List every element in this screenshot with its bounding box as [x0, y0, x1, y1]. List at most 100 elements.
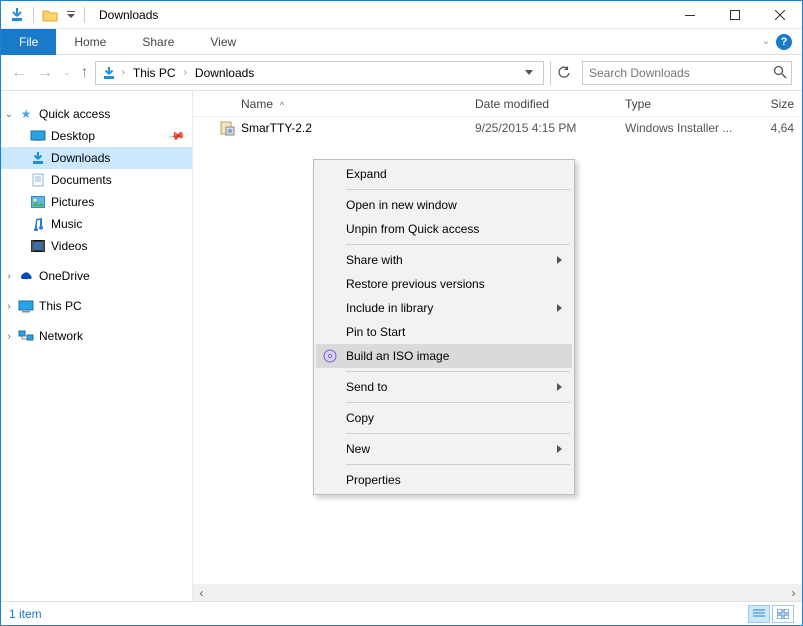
back-button[interactable]: ←: [11, 64, 27, 82]
column-date[interactable]: Date modified: [475, 97, 625, 111]
cm-new[interactable]: New: [316, 437, 572, 461]
chevron-right-icon[interactable]: ›: [120, 67, 127, 78]
status-bar: 1 item: [1, 601, 802, 625]
tree-item-music[interactable]: Music: [1, 213, 192, 235]
pin-icon: 📌: [168, 127, 187, 146]
tree-label: Music: [51, 217, 82, 231]
cm-open-new-window[interactable]: Open in new window: [316, 193, 572, 217]
navigation-pane: ⌄ ★ Quick access Desktop 📌 Downloads Doc…: [1, 91, 193, 601]
close-button[interactable]: [757, 1, 802, 29]
breadcrumb-segment[interactable]: Downloads: [191, 64, 258, 82]
navigation-bar: ← → ⌄ ↑ › This PC › Downloads: [1, 55, 802, 91]
expand-icon[interactable]: ⌄: [1, 109, 17, 120]
maximize-button[interactable]: [712, 1, 757, 29]
details-view-button[interactable]: [748, 605, 770, 623]
tree-item-pictures[interactable]: Pictures: [1, 191, 192, 213]
ribbon-tab-share[interactable]: Share: [124, 30, 192, 54]
ribbon-tab-view[interactable]: View: [192, 30, 254, 54]
tree-item-desktop[interactable]: Desktop 📌: [1, 125, 192, 147]
refresh-button[interactable]: [550, 61, 576, 85]
title-bar: Downloads: [1, 1, 802, 29]
this-pc-icon: [17, 298, 35, 314]
cm-send-to[interactable]: Send to: [316, 375, 572, 399]
cm-build-iso[interactable]: Build an ISO image: [316, 344, 572, 368]
menu-separator: [346, 464, 570, 465]
cm-include-library[interactable]: Include in library: [316, 296, 572, 320]
qat-dropdown[interactable]: [64, 5, 78, 25]
file-name: SmarTTY-2.2: [241, 121, 312, 135]
context-menu: Expand Open in new window Unpin from Qui…: [313, 159, 575, 495]
menu-separator: [346, 433, 570, 434]
scroll-track[interactable]: [210, 584, 785, 601]
horizontal-scrollbar[interactable]: ‹ ›: [193, 584, 802, 601]
tree-item-documents[interactable]: Documents: [1, 169, 192, 191]
videos-icon: [29, 238, 47, 254]
tree-item-videos[interactable]: Videos: [1, 235, 192, 257]
minimize-button[interactable]: [667, 1, 712, 29]
tree-label: Desktop: [51, 129, 95, 143]
status-item-count: 1 item: [9, 607, 42, 621]
search-box[interactable]: [582, 61, 792, 85]
installer-icon: [219, 120, 235, 136]
tree-this-pc[interactable]: › This PC: [1, 295, 192, 317]
expand-icon[interactable]: ›: [1, 331, 17, 342]
star-icon: ★: [17, 106, 35, 122]
search-input[interactable]: [583, 62, 791, 84]
file-size: 4,64: [765, 121, 802, 135]
scroll-left-button[interactable]: ‹: [193, 584, 210, 601]
cm-restore-previous[interactable]: Restore previous versions: [316, 272, 572, 296]
thumbnails-view-button[interactable]: [772, 605, 794, 623]
downloads-icon: [7, 5, 27, 25]
up-button[interactable]: ↑: [81, 64, 89, 82]
cm-copy[interactable]: Copy: [316, 406, 572, 430]
column-size[interactable]: Size: [765, 97, 802, 111]
separator: [33, 7, 34, 23]
tree-quick-access[interactable]: ⌄ ★ Quick access: [1, 103, 192, 125]
tree-label: Videos: [51, 239, 87, 253]
search-icon[interactable]: [773, 65, 787, 79]
address-dropdown[interactable]: [519, 70, 539, 76]
cm-pin-start[interactable]: Pin to Start: [316, 320, 572, 344]
column-name[interactable]: Name^: [205, 97, 475, 111]
file-row[interactable]: SmarTTY-2.2 9/25/2015 4:15 PM Windows In…: [193, 117, 802, 139]
expand-icon[interactable]: ›: [1, 301, 17, 312]
cm-properties[interactable]: Properties: [316, 468, 572, 492]
tree-label: Documents: [51, 173, 112, 187]
music-icon: [29, 216, 47, 232]
address-bar[interactable]: › This PC › Downloads: [95, 61, 544, 85]
file-type: Windows Installer ...: [625, 121, 765, 135]
ribbon-file-tab[interactable]: File: [1, 29, 56, 55]
chevron-right-icon[interactable]: ›: [182, 67, 189, 78]
downloads-icon: [100, 66, 118, 80]
menu-separator: [346, 402, 570, 403]
ribbon-expand-icon[interactable]: ⌄: [762, 36, 770, 47]
forward-button[interactable]: →: [37, 64, 53, 82]
network-icon: [17, 328, 35, 344]
pictures-icon: [29, 194, 47, 210]
tree-label: Pictures: [51, 195, 94, 209]
cm-share-with[interactable]: Share with: [316, 248, 572, 272]
help-icon[interactable]: ?: [776, 34, 792, 50]
downloads-icon: [29, 150, 47, 166]
tree-label: Quick access: [39, 107, 110, 121]
tree-item-downloads[interactable]: Downloads: [1, 147, 192, 169]
ribbon: File Home Share View ⌄ ?: [1, 29, 802, 55]
folder-icon: [40, 5, 60, 25]
column-type[interactable]: Type: [625, 97, 765, 111]
ribbon-tab-home[interactable]: Home: [56, 30, 124, 54]
scroll-right-button[interactable]: ›: [785, 584, 802, 601]
window-title: Downloads: [99, 8, 158, 22]
content-pane: Name^ Date modified Type Size SmarTTY-2.…: [193, 91, 802, 601]
iso-icon: [322, 348, 338, 364]
tree-network[interactable]: › Network: [1, 325, 192, 347]
expand-icon[interactable]: ›: [1, 271, 17, 282]
breadcrumb-segment[interactable]: This PC: [129, 64, 180, 82]
recent-dropdown[interactable]: ⌄: [63, 67, 71, 78]
tree-label: This PC: [39, 299, 82, 313]
file-date: 9/25/2015 4:15 PM: [475, 121, 625, 135]
cm-unpin[interactable]: Unpin from Quick access: [316, 217, 572, 241]
tree-onedrive[interactable]: › OneDrive: [1, 265, 192, 287]
desktop-icon: [29, 128, 47, 144]
column-headers: Name^ Date modified Type Size: [193, 91, 802, 117]
cm-expand[interactable]: Expand: [316, 162, 572, 186]
